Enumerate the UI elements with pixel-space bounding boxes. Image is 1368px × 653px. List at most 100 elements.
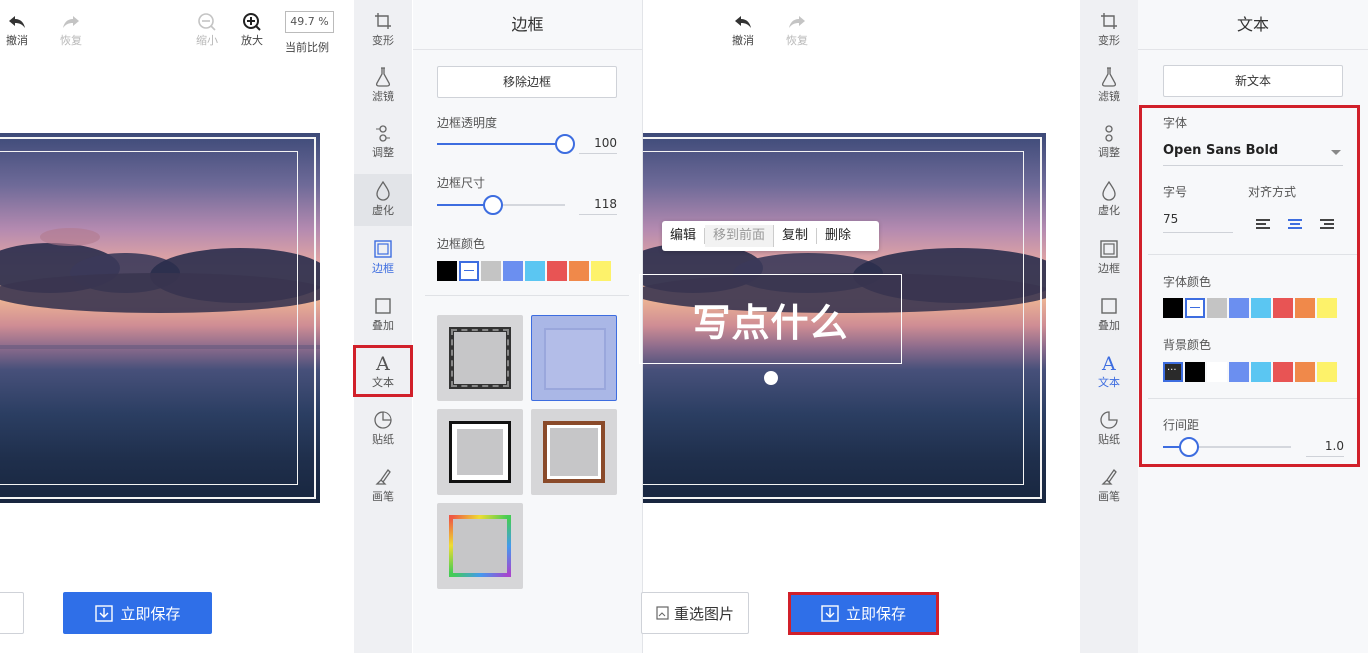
image-icon — [656, 606, 669, 620]
swatch-blue[interactable] — [503, 261, 523, 281]
strip-item-transform[interactable]: 变形 — [354, 10, 412, 50]
edit-menu-item[interactable]: 编辑 — [662, 228, 706, 244]
undo-icon — [7, 12, 27, 32]
size-value[interactable]: 118 — [579, 197, 617, 215]
redo-icon — [61, 12, 81, 32]
strip-item-overlay[interactable]: 叠加 — [354, 295, 412, 335]
text-context-menu: 编辑 移到前面 复制 删除 — [662, 221, 879, 251]
save-button[interactable]: 立即保存 — [63, 592, 212, 634]
drop-icon — [374, 180, 392, 202]
zoom-ratio-label: 当前比例 — [285, 41, 329, 54]
size-label: 边框尺寸 — [437, 176, 486, 190]
frame-option-ornate[interactable] — [531, 315, 617, 401]
undo-button[interactable]: 撤消 — [3, 12, 31, 48]
rotate-handle[interactable] — [764, 371, 778, 385]
border-icon — [374, 238, 392, 260]
strip-item-blur[interactable]: 虚化 — [1080, 180, 1138, 220]
frame-inner-border — [0, 151, 298, 485]
sticker-icon — [1100, 409, 1118, 431]
right-editor: 撤消 恢复 编辑 移到前面 复制 删除 写点什么 重选图片 立即保存 — [639, 0, 1080, 653]
strip-item-brush[interactable]: 画笔 — [1080, 466, 1138, 506]
text-icon: A — [1100, 352, 1118, 374]
highlight-save-button — [788, 592, 939, 635]
swatch-sky[interactable] — [525, 261, 545, 281]
new-text-button[interactable]: 新文本 — [1163, 65, 1343, 97]
undo-button-right[interactable]: 撤消 — [729, 12, 757, 48]
highlight-text-settings — [1139, 105, 1360, 467]
swatch-yellow[interactable] — [591, 261, 611, 281]
tool-strip-right: 变形 滤镜 调整 虚化 边框 叠加 A 文本 贴纸 画笔 — [1080, 0, 1138, 653]
crop-icon — [1100, 10, 1118, 32]
flask-icon — [374, 66, 392, 88]
reselect-button[interactable]: 重选图片 — [641, 592, 749, 634]
opacity-slider-knob[interactable] — [555, 134, 575, 154]
divider — [425, 295, 629, 296]
strip-item-filter[interactable]: 滤镜 — [1080, 66, 1138, 106]
bring-front-menu-item[interactable]: 移到前面 — [705, 225, 775, 247]
opacity-label: 边框透明度 — [437, 116, 498, 130]
strip-item-filter[interactable]: 滤镜 — [354, 66, 412, 106]
overlay-icon — [1100, 295, 1118, 317]
strip-item-sticker[interactable]: 贴纸 — [354, 409, 412, 449]
remove-border-button[interactable]: 移除边框 — [437, 66, 617, 98]
redo-icon — [787, 12, 807, 32]
strip-item-border[interactable]: 边框 — [354, 238, 412, 278]
strip-item-blur[interactable]: 虚化 — [354, 174, 412, 226]
frame-option-wood[interactable] — [531, 409, 617, 495]
zoom-out-icon — [197, 12, 217, 32]
strip-item-brush[interactable]: 画笔 — [354, 466, 412, 506]
highlight-text-tool — [353, 345, 413, 397]
sunset-photo[interactable] — [0, 133, 320, 503]
redo-button[interactable]: 恢复 — [57, 12, 85, 48]
strip-item-adjust[interactable]: 调整 — [1080, 122, 1138, 162]
left-editor: 撤消 恢复 缩小 放大 49.7 % 当前比例 立即保存 — [0, 0, 354, 653]
flask-icon — [1100, 66, 1118, 88]
swatch-red[interactable] — [547, 261, 567, 281]
border-panel: 边框 移除边框 边框透明度 100 边框尺寸 118 边框颜色 — [413, 0, 642, 653]
adjust-icon — [1100, 122, 1118, 144]
strip-item-overlay[interactable]: 叠加 — [1080, 295, 1138, 335]
strip-item-transform[interactable]: 变形 — [1080, 10, 1138, 50]
frame-option-film[interactable] — [437, 315, 523, 401]
undo-label: 撤消 — [6, 34, 28, 47]
swatch-orange[interactable] — [569, 261, 589, 281]
drop-icon — [1100, 180, 1118, 202]
save-label: 立即保存 — [120, 604, 181, 623]
opacity-value[interactable]: 100 — [579, 136, 617, 154]
panel-title: 边框 — [413, 0, 642, 50]
strip-item-border[interactable]: 边框 — [1080, 238, 1138, 278]
crop-icon — [374, 10, 392, 32]
overlay-icon — [374, 295, 392, 317]
border-color-label: 边框颜色 — [437, 237, 486, 251]
sticker-icon — [374, 409, 392, 431]
swatch-gray[interactable] — [481, 261, 501, 281]
zoom-in-label: 放大 — [241, 34, 263, 47]
svg-text:A: A — [1101, 353, 1116, 373]
zoom-in-icon — [242, 12, 262, 32]
brush-icon — [1100, 466, 1118, 488]
border-icon — [1100, 238, 1118, 260]
opacity-slider-fill — [437, 143, 565, 145]
zoom-in-button[interactable]: 放大 — [238, 12, 266, 48]
copy-menu-item[interactable]: 复制 — [774, 228, 818, 244]
swatch-black[interactable] — [437, 261, 457, 281]
undo-icon — [733, 12, 753, 32]
zoom-out-button[interactable]: 缩小 — [193, 12, 221, 48]
redo-button-right[interactable]: 恢复 — [783, 12, 811, 48]
tool-strip-left: 变形 滤镜 调整 虚化 边框 叠加 A 文本 贴纸 画笔 — [354, 0, 412, 653]
panel-title: 文本 — [1138, 0, 1368, 50]
text-overlay-box[interactable]: 写点什么 — [639, 274, 902, 364]
frame-option-rainbow[interactable] — [437, 503, 523, 589]
swatch-white[interactable] — [459, 261, 479, 281]
delete-menu-item[interactable]: 删除 — [817, 228, 859, 244]
strip-item-text[interactable]: A 文本 — [1080, 352, 1138, 392]
redo-label: 恢复 — [60, 34, 82, 47]
adjust-icon — [374, 122, 392, 144]
strip-item-sticker[interactable]: 贴纸 — [1080, 409, 1138, 449]
zoom-ratio-value[interactable]: 49.7 % — [285, 11, 334, 33]
download-icon — [95, 605, 114, 622]
size-slider-knob[interactable] — [483, 195, 503, 215]
frame-option-black-line[interactable] — [437, 409, 523, 495]
reselect-button-partial[interactable] — [0, 592, 24, 634]
strip-item-adjust[interactable]: 调整 — [354, 122, 412, 162]
